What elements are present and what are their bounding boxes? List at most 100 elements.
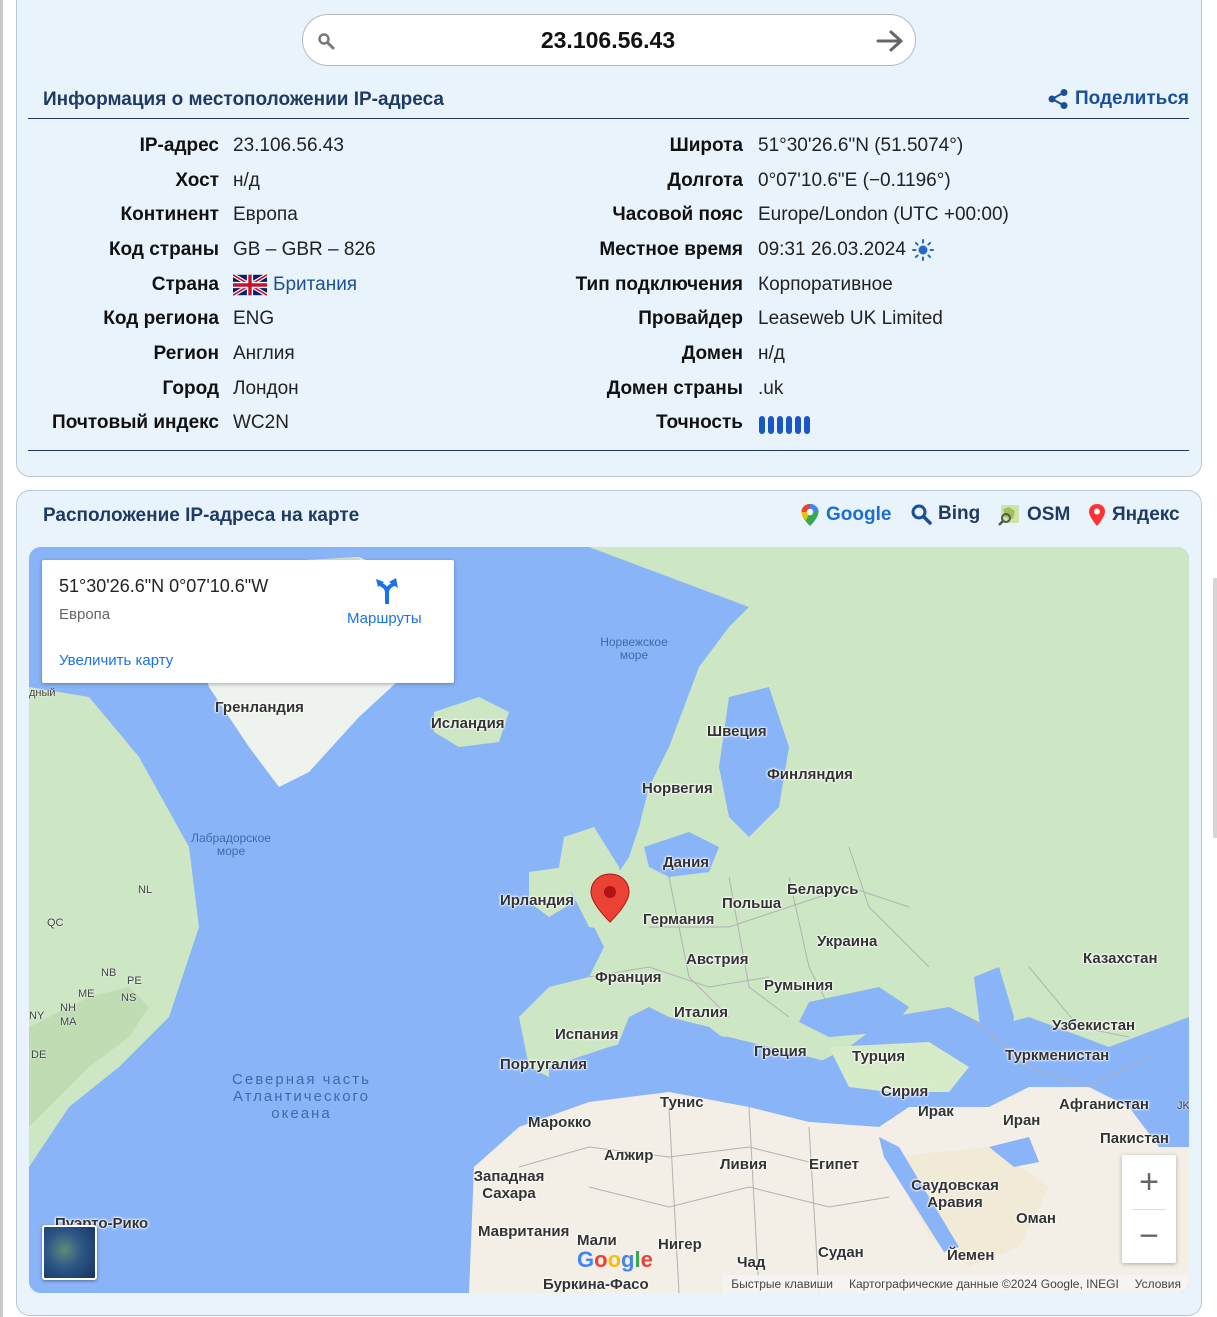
sea-label: Лабрадорское море xyxy=(191,831,271,858)
value-country-domain: .uk xyxy=(758,378,784,399)
value-domain: н/д xyxy=(758,343,785,364)
map-label: Туркменистан xyxy=(1005,1047,1110,1064)
map-label: Сирия xyxy=(881,1083,929,1100)
ip-search-input[interactable] xyxy=(353,21,863,59)
accuracy-bar xyxy=(795,416,801,434)
divider xyxy=(28,450,1189,451)
value-country: Британия xyxy=(233,274,357,296)
map-attribution: Быстрые клавиши Картографические данные … xyxy=(723,1275,1189,1293)
map-label: Йемен xyxy=(947,1247,995,1264)
label-country-domain: Домен страны xyxy=(606,378,743,399)
map-data-credit: Картографические данные ©2024 Google, IN… xyxy=(849,1277,1119,1291)
terms-link[interactable]: Условия xyxy=(1135,1277,1181,1291)
value-local-time: 09:31 26.03.2024 xyxy=(758,239,934,261)
accuracy-bars xyxy=(759,416,810,434)
label-postal: Почтовый индекс xyxy=(52,412,219,433)
search-icon xyxy=(318,33,335,50)
ip-search-box[interactable] xyxy=(302,14,916,66)
region-code-label: ME xyxy=(78,988,95,1000)
zoom-in-button[interactable]: + xyxy=(1122,1155,1176,1209)
provider-osm[interactable]: OSM xyxy=(997,503,1070,527)
map-label: Беларусь xyxy=(787,881,859,898)
map-label: Судан xyxy=(818,1244,864,1261)
map-label: Франция xyxy=(595,969,662,986)
directions-icon[interactable] xyxy=(372,576,402,606)
arrow-right-icon[interactable] xyxy=(875,28,905,54)
accuracy-bar xyxy=(777,416,783,434)
google-maps-pin-icon xyxy=(801,504,819,526)
label-city: Город xyxy=(162,378,219,399)
keyboard-shortcuts-link[interactable]: Быстрые клавиши xyxy=(731,1277,833,1291)
sea-label: Норвежское море xyxy=(600,635,668,662)
map-label: Саудовская Аравия xyxy=(911,1177,999,1211)
satellite-layer-toggle[interactable] xyxy=(42,1225,97,1280)
map-label: Италия xyxy=(674,1004,728,1021)
map-label: Марокко xyxy=(528,1114,592,1131)
share-icon xyxy=(1048,89,1068,109)
map-label: Турция xyxy=(852,1048,906,1065)
provider-bing[interactable]: Bing xyxy=(910,503,980,525)
map-label: Гренландия xyxy=(215,699,304,716)
directions-link[interactable]: Маршруты xyxy=(347,610,422,627)
label-provider: Провайдер xyxy=(638,308,743,329)
provider-google[interactable]: Google xyxy=(800,503,891,527)
label-connection: Тип подключения xyxy=(575,274,743,295)
provider-yandex[interactable]: Яндекс xyxy=(1088,503,1180,527)
map-view[interactable]: Гренландия Исландия Швеция Финляндия Нор… xyxy=(29,547,1189,1293)
map-label: Украина xyxy=(817,933,878,950)
map-label: Чад xyxy=(737,1254,766,1271)
map-label: Мавритания xyxy=(478,1223,570,1240)
map-label: Оман xyxy=(1016,1210,1056,1227)
edge-label: дный xyxy=(29,687,56,699)
label-country: Страна xyxy=(151,274,219,295)
map-label: Германия xyxy=(643,911,715,928)
map-info-box: 51°30'26.6"N 0°07'10.6"W Европа Увеличит… xyxy=(42,560,454,683)
accuracy-bar xyxy=(768,416,774,434)
value-connection: Корпоративное xyxy=(758,274,893,295)
value-longitude: 0°07'10.6"E (−0.1196°) xyxy=(758,170,951,191)
country-link[interactable]: Британия xyxy=(273,274,357,296)
value-country-code: GB – GBR – 826 xyxy=(233,239,376,260)
label-timezone: Часовой пояс xyxy=(612,204,743,225)
region-code-label: QC xyxy=(47,917,64,929)
map-label: Узбекистан xyxy=(1052,1017,1136,1034)
map-label: Египет xyxy=(809,1156,860,1173)
accuracy-bar xyxy=(804,416,810,434)
bing-search-icon xyxy=(911,504,932,525)
map-label: Казахстан xyxy=(1083,950,1158,967)
map-label: Финляндия xyxy=(767,766,853,783)
map-section-title: Расположение IP-адреса на карте xyxy=(43,505,360,526)
provider-bing-label: Bing xyxy=(938,503,981,524)
value-continent: Европа xyxy=(233,204,298,225)
map-label: Исландия xyxy=(431,715,505,732)
label-region: Регион xyxy=(153,343,219,364)
info-box-region: Европа xyxy=(59,606,111,623)
map-label: Греция xyxy=(754,1043,807,1060)
edge-label: JK xyxy=(1177,1100,1189,1112)
label-host: Хост xyxy=(175,170,219,191)
map-label: Иран xyxy=(1003,1112,1041,1129)
label-continent: Континент xyxy=(120,204,220,225)
value-timezone: Europe/London (UTC +00:00) xyxy=(758,204,1009,225)
share-button[interactable]: Поделиться xyxy=(1047,88,1189,110)
map-label: Ирландия xyxy=(500,892,574,909)
map-label: Западная Сахара xyxy=(473,1168,545,1202)
map-label: Австрия xyxy=(686,951,749,968)
value-region-code: ENG xyxy=(233,308,275,329)
map-label: Дания xyxy=(663,854,710,871)
share-label: Поделиться xyxy=(1074,88,1189,109)
zoom-control: + − xyxy=(1122,1155,1176,1263)
region-code-label: DE xyxy=(31,1049,47,1061)
label-region-code: Код региона xyxy=(103,308,219,329)
region-code-label: NB xyxy=(101,967,117,979)
enlarge-map-link[interactable]: Увеличить карту xyxy=(59,652,173,669)
value-postal: WC2N xyxy=(233,412,289,433)
map-label: Тунис xyxy=(660,1094,704,1111)
label-accuracy: Точность xyxy=(656,412,743,433)
accuracy-bar xyxy=(759,416,765,434)
divider xyxy=(28,118,1189,119)
map-label: Пакистан xyxy=(1100,1130,1169,1147)
uk-flag-icon xyxy=(233,274,267,296)
value-region: Англия xyxy=(233,343,295,364)
zoom-out-button[interactable]: − xyxy=(1122,1209,1176,1263)
